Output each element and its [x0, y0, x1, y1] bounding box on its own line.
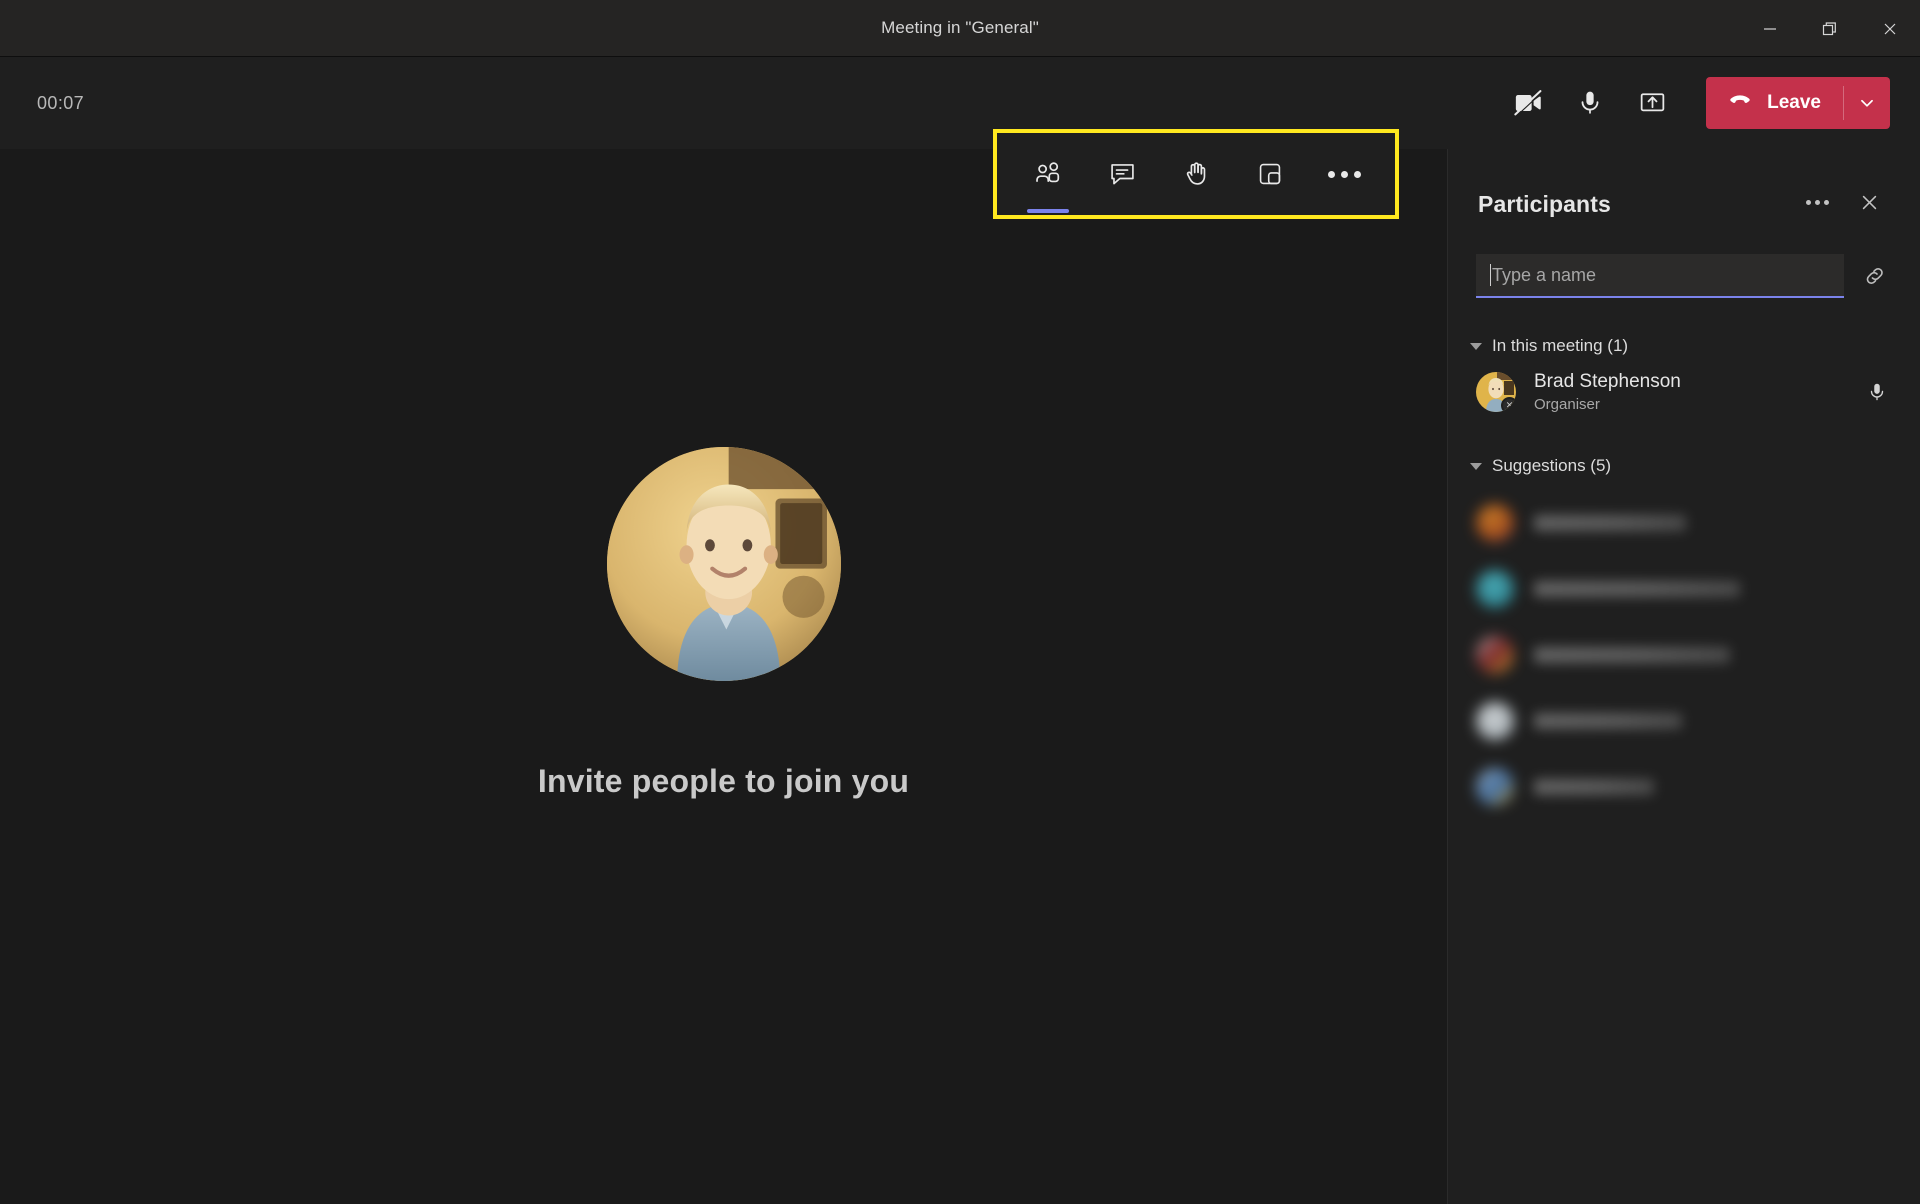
copy-join-link-icon[interactable] [1858, 259, 1892, 293]
stage-avatar [606, 447, 841, 681]
participant-info: Brad Stephenson Organiser [1534, 371, 1681, 414]
suggestion-name-redacted [1534, 581, 1740, 597]
list-item[interactable] [1448, 556, 1920, 622]
chevron-down-icon [1470, 462, 1482, 470]
ellipsis-icon [1805, 199, 1829, 205]
window-title: Meeting in "General" [881, 18, 1039, 37]
panel-header-actions [1802, 187, 1884, 217]
suggestions-list [1448, 476, 1920, 820]
microphone-toggle-button[interactable] [1562, 75, 1618, 131]
meeting-body: Invite people to join you Participants T… [0, 149, 1920, 1204]
suggestion-name-redacted [1534, 713, 1682, 729]
meeting-control-bar: 00:07 Leave [0, 57, 1920, 219]
participant-row[interactable]: ✕ Brad Stephenson Organiser [1448, 362, 1920, 422]
presence-badge-do-not-disturb: ✕ [1501, 397, 1516, 412]
camera-toggle-button[interactable] [1500, 75, 1556, 131]
leave-button-group: Leave [1706, 77, 1890, 129]
share-screen-button[interactable] [1624, 75, 1680, 131]
stage-caption: Invite people to join you [537, 763, 910, 799]
more-actions-button[interactable] [1318, 148, 1370, 200]
meeting-tools-highlight-group [993, 129, 1399, 219]
participants-panel: Participants Type a name In this meeting… [1448, 149, 1920, 1204]
avatar [1476, 504, 1514, 542]
list-item[interactable] [1448, 754, 1920, 820]
panel-more-options-button[interactable] [1802, 187, 1832, 217]
list-item[interactable] [1448, 490, 1920, 556]
title-bar: Meeting in "General" [0, 0, 1920, 57]
raise-hand-button[interactable] [1170, 148, 1222, 200]
search-placeholder: Type a name [1492, 264, 1597, 285]
minimize-button[interactable] [1740, 0, 1800, 57]
show-conversation-button[interactable] [1096, 148, 1148, 200]
participant-search-input[interactable]: Type a name [1476, 254, 1844, 298]
section-header-suggestions[interactable]: Suggestions (5) [1448, 422, 1920, 476]
in-meeting-list: ✕ Brad Stephenson Organiser [1448, 356, 1920, 422]
leave-label: Leave [1767, 92, 1821, 113]
leave-button[interactable]: Leave [1706, 77, 1843, 129]
ellipsis-icon [1327, 170, 1361, 178]
text-caret [1490, 264, 1491, 286]
suggestion-name-redacted [1534, 779, 1654, 795]
leave-options-caret[interactable] [1844, 77, 1890, 129]
breakout-rooms-button[interactable] [1244, 148, 1296, 200]
close-button[interactable] [1860, 0, 1920, 57]
restore-button[interactable] [1800, 0, 1860, 57]
list-item[interactable] [1448, 688, 1920, 754]
participant-microphone-icon[interactable] [1864, 379, 1890, 405]
active-tab-indicator [1027, 209, 1069, 213]
window-controls [1740, 0, 1920, 57]
avatar [1476, 768, 1514, 806]
section-label: In this meeting (1) [1492, 336, 1629, 355]
device-controls: Leave [1500, 57, 1920, 149]
avatar: ✕ [1476, 372, 1516, 412]
suggestion-name-redacted [1534, 515, 1686, 531]
panel-title: Participants [1478, 191, 1611, 217]
section-label: Suggestions (5) [1492, 456, 1612, 475]
participants-panel-header: Participants [1448, 149, 1920, 218]
list-item[interactable] [1448, 622, 1920, 688]
avatar [1476, 570, 1514, 608]
hang-up-icon [1726, 86, 1754, 120]
section-header-in-this-meeting[interactable]: In this meeting (1) [1448, 298, 1920, 356]
meeting-stage: Invite people to join you [0, 149, 1448, 1204]
show-participants-button[interactable] [1022, 148, 1074, 213]
panel-close-button[interactable] [1854, 187, 1884, 217]
suggestion-name-redacted [1534, 647, 1730, 663]
invite-search-row: Type a name [1448, 218, 1920, 298]
teams-meeting-window: Meeting in "General" 00:07 Leave Invite … [0, 0, 1920, 1204]
avatar [1476, 702, 1514, 740]
meeting-timer: 00:07 [37, 92, 85, 113]
avatar [1476, 636, 1514, 674]
participant-role: Organiser [1534, 396, 1600, 414]
chevron-down-icon [1470, 342, 1482, 350]
participant-name: Brad Stephenson [1534, 370, 1681, 392]
user-photo [606, 447, 841, 681]
